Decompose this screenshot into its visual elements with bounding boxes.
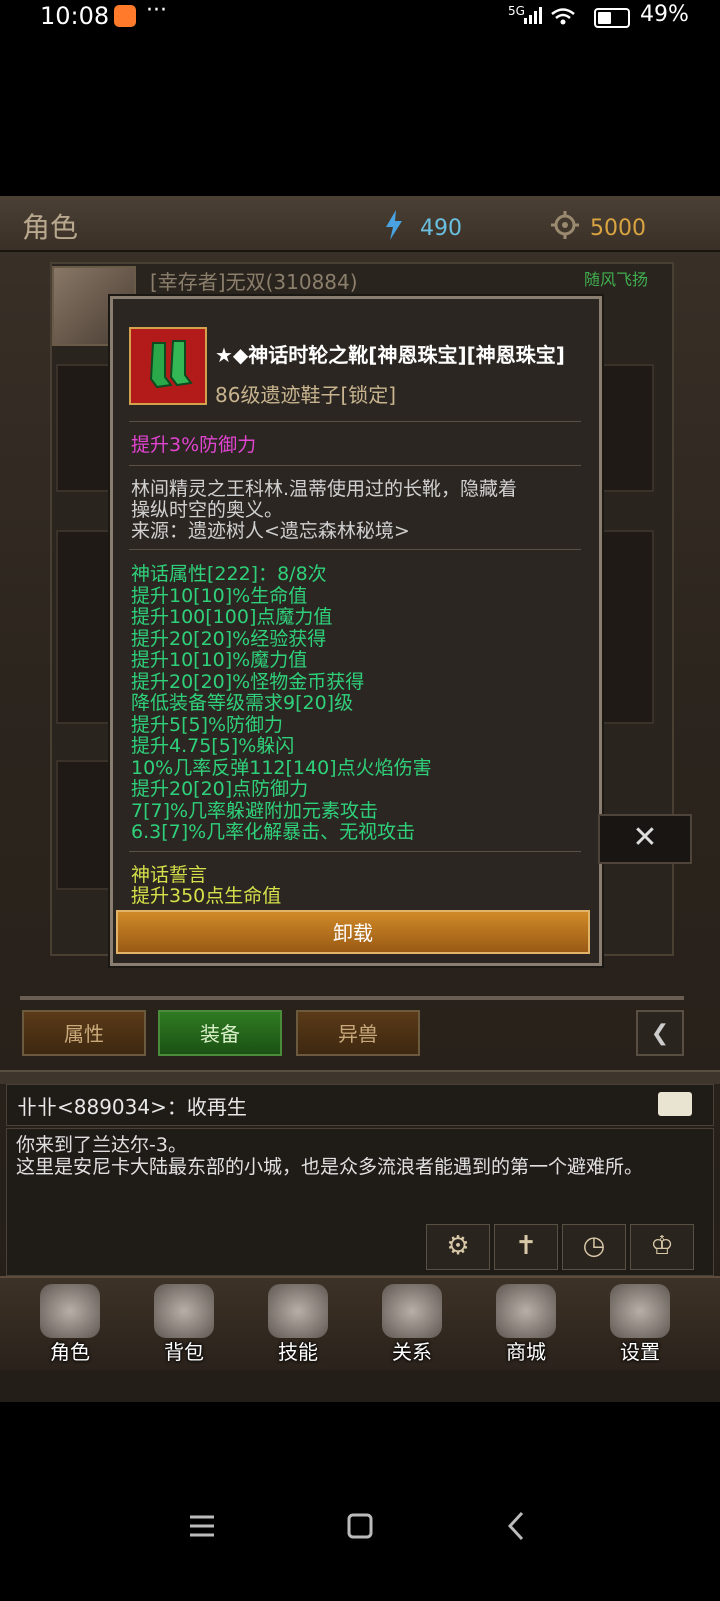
myth-attr: 提升5[5]%防御力 xyxy=(131,713,284,736)
clock-icon[interactable]: ◷ xyxy=(562,1224,626,1270)
divider xyxy=(129,851,581,852)
guild-name: 随风飞扬 xyxy=(584,270,649,289)
item-name: ★◆神话时轮之靴[神恩珠宝][神恩珠宝] xyxy=(215,343,565,367)
status-time: 10:08 xyxy=(40,2,110,30)
bag-icon xyxy=(154,1284,214,1338)
handshake-icon xyxy=(382,1284,442,1338)
nav-label: 商城 xyxy=(506,1340,546,1364)
divider xyxy=(129,421,581,422)
tab-equipment[interactable]: 装备 xyxy=(158,1010,282,1056)
myth-attr: 提升20[20]%怪物金币获得 xyxy=(131,670,365,693)
back-icon[interactable] xyxy=(507,1511,524,1541)
close-button[interactable]: ✕ xyxy=(598,814,692,864)
equip-slot-left-3[interactable] xyxy=(56,760,114,890)
status-bar: 10:08 ··· 5G 49% xyxy=(0,0,720,34)
battery-icon xyxy=(594,8,630,28)
myth-attr: 提升10[10]%生命值 xyxy=(131,584,308,607)
divider xyxy=(129,549,581,550)
gear-icon[interactable]: ⚙ xyxy=(426,1224,490,1270)
divider xyxy=(129,465,581,466)
myth-attr: 提升20[20]%经验获得 xyxy=(131,627,327,650)
app-notification-icon xyxy=(114,5,136,27)
oath-attr: 提升350点生命值 xyxy=(131,885,282,907)
myth-attr: 提升10[10]%魔力值 xyxy=(131,649,308,671)
chat-latest-text: 卝卝<889034>：收再生 xyxy=(17,1095,247,1119)
item-tooltip: ★◆神话时轮之靴[神恩珠宝][神恩珠宝] 86级遗迹鞋子[锁定] 提升3%防御力… xyxy=(110,296,602,966)
weapon-icon[interactable]: ✝ xyxy=(494,1224,558,1270)
back-arrow-button[interactable]: ❮ xyxy=(636,1010,684,1056)
tab-beasts[interactable]: 异兽 xyxy=(296,1010,420,1056)
nav-shop[interactable]: 商城 xyxy=(476,1282,576,1366)
unload-button[interactable]: 卸载 xyxy=(116,910,590,954)
oath-title: 神话誓言 xyxy=(131,864,208,886)
description-line: 林间精灵之王科林.温蒂使用过的长靴，隐藏着 xyxy=(131,478,518,500)
chat-latest-line[interactable]: 卝卝<889034>：收再生 xyxy=(6,1084,714,1126)
myth-attr: 10%几率反弹112[140]点火焰伤害 xyxy=(131,756,432,779)
base-attribute: 提升3%防御力 xyxy=(131,434,257,456)
system-message-text: 你来到了兰达尔-3。 这里是安尼卡大陆最东部的小城，也是众多流浪者能遇到的第一个… xyxy=(16,1134,644,1178)
more-notifications-icon: ··· xyxy=(146,0,167,23)
nav-label: 技能 xyxy=(278,1340,318,1364)
trophy-icon[interactable]: ♔ xyxy=(630,1224,694,1270)
nav-label: 设置 xyxy=(620,1340,660,1364)
tab-attributes[interactable]: 属性 xyxy=(22,1010,146,1056)
nav-relations[interactable]: 关系 xyxy=(362,1282,462,1366)
item-subtitle: 86级遗迹鞋子[锁定] xyxy=(215,383,397,407)
nav-settings[interactable]: 设置 xyxy=(590,1282,690,1366)
signal-wifi-icon xyxy=(524,7,575,25)
myth-attr: 6.3[7]%几率化解暴击、无视攻击 xyxy=(131,821,416,843)
gem-count: 490 xyxy=(420,216,462,241)
gold-count: 5000 xyxy=(590,216,646,241)
nav-skills[interactable]: 技能 xyxy=(248,1282,348,1366)
battery-percent: 49% xyxy=(640,2,689,27)
myth-attr: 提升4.75[5]%躲闪 xyxy=(131,735,295,757)
skill-book-icon xyxy=(268,1284,328,1338)
nav-label: 关系 xyxy=(392,1340,432,1364)
lightning-icon xyxy=(386,210,402,240)
gold-gear-icon xyxy=(551,211,579,239)
myth-attr: 7[7]%几率躲避附加元素攻击 xyxy=(131,799,379,822)
helmet-icon xyxy=(40,1284,100,1338)
page-title: 角色 xyxy=(22,211,79,244)
system-nav-bar xyxy=(190,1511,524,1541)
description-line: 来源：遗迹树人<遗忘森林秘境> xyxy=(131,520,410,542)
equip-slot-left-1[interactable] xyxy=(56,364,114,492)
nav-bag[interactable]: 背包 xyxy=(134,1282,234,1366)
system-message: 你来到了兰达尔-3。 这里是安尼卡大陆最东部的小城，也是众多流浪者能遇到的第一个… xyxy=(16,1134,706,1178)
nav-character[interactable]: 角色 xyxy=(20,1282,120,1366)
chat-ruler xyxy=(0,1070,720,1084)
divider xyxy=(20,996,684,1000)
home-icon[interactable] xyxy=(347,1513,373,1539)
myth-attr: 提升100[100]点魔力值 xyxy=(131,606,333,628)
description-line: 操纵时空的奥义。 xyxy=(131,499,284,521)
myth-attr: 降低装备等级需求9[20]级 xyxy=(131,692,354,714)
equip-slot-right-1[interactable] xyxy=(596,364,654,492)
equip-slot-left-2[interactable] xyxy=(56,530,114,724)
settings-gear-icon xyxy=(610,1284,670,1338)
boots-item-icon xyxy=(129,327,207,405)
nav-label: 角色 xyxy=(50,1340,90,1364)
menu-icon[interactable] xyxy=(190,1515,214,1537)
myth-attr: 提升20[20]点防御力 xyxy=(131,778,309,800)
chat-keyboard-icon[interactable] xyxy=(658,1092,692,1116)
network-label: 5G xyxy=(508,4,525,18)
nav-label: 背包 xyxy=(164,1340,204,1364)
myth-attr-header: 神话属性[222]：8/8次 xyxy=(131,563,327,585)
equip-slot-right-2[interactable] xyxy=(596,530,654,724)
chest-icon xyxy=(496,1284,556,1338)
character-name: [幸存者]无双(310884) xyxy=(150,270,358,294)
